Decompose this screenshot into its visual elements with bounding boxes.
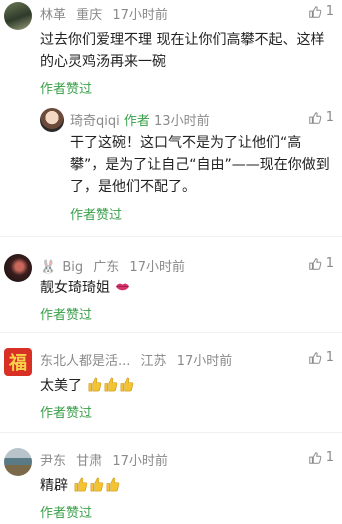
like-count: 1	[325, 110, 334, 125]
location: 江苏	[140, 354, 167, 369]
comment-text: 精辟	[40, 478, 68, 494]
like-button[interactable]: 1	[308, 256, 334, 271]
username[interactable]: Big	[62, 260, 83, 275]
avatar-fu-character: 福	[9, 353, 27, 374]
author-badge: 作者	[123, 114, 150, 129]
timestamp: 17小时前	[129, 260, 185, 275]
thumbs-up-emoji-icon	[105, 377, 118, 392]
thumbs-up-emoji-icon	[89, 377, 102, 392]
author-liked-label: 作者赞过	[40, 506, 93, 521]
thumbs-up-emoji-icon	[91, 477, 104, 492]
thumbs-up-icon	[308, 111, 322, 124]
user-avatar[interactable]: 福	[4, 348, 32, 376]
timestamp: 17小时前	[176, 354, 233, 369]
comment-meta: 🐰 Big 广东 17小时前	[40, 256, 191, 275]
like-button[interactable]: 1	[308, 4, 334, 19]
comment-meta: 林革 重庆 17小时前	[40, 4, 174, 23]
comment-text-row: 靓女琦琦姐	[40, 277, 332, 299]
thumbs-up-emoji-icon	[121, 377, 134, 392]
reply-meta: 琦奇qiqi 作者 13小时前	[70, 110, 210, 129]
comment-text: 靓女琦琦姐	[40, 280, 110, 296]
like-count: 1	[325, 4, 334, 19]
location: 重庆	[76, 8, 103, 23]
username[interactable]: 东北人都是活...	[40, 354, 130, 369]
thumbs-up-icon	[308, 351, 322, 364]
like-button[interactable]: 1	[308, 350, 334, 365]
timestamp: 17小时前	[112, 454, 168, 469]
reply-like-button[interactable]: 1	[308, 110, 334, 125]
location: 甘肃	[76, 454, 103, 469]
comment-text-row: 太美了	[40, 375, 332, 397]
author-liked-label: 作者赞过	[40, 308, 93, 323]
thumbs-up-icon	[308, 257, 322, 270]
user-avatar[interactable]	[4, 2, 32, 30]
like-count: 1	[325, 450, 334, 465]
reply-timestamp: 13小时前	[154, 114, 210, 129]
thumbs-up-icon	[308, 451, 322, 464]
comment-text: 太美了	[40, 378, 82, 394]
comment-text: 过去你们爱理不理 现在让你们高攀不起、这样的心灵鸡汤再来一碗	[40, 32, 325, 70]
thumbs-up-emoji-icon	[75, 477, 88, 492]
comment-meta: 尹东 甘肃 17小时前	[40, 450, 174, 469]
reply-author-liked-label: 作者赞过	[70, 208, 123, 223]
divider	[0, 332, 342, 333]
location: 广东	[93, 260, 120, 275]
like-button[interactable]: 1	[308, 450, 334, 465]
comment-meta: 东北人都是活... 江苏 17小时前	[40, 350, 238, 369]
reply-user-avatar[interactable]	[40, 108, 64, 132]
thumbs-up-emoji-icon	[107, 477, 120, 492]
author-liked-label: 作者赞过	[40, 406, 93, 421]
author-liked-label: 作者赞过	[40, 82, 93, 97]
divider	[0, 236, 342, 237]
timestamp: 17小时前	[112, 8, 168, 23]
divider	[0, 432, 342, 433]
rabbit-icon: 🐰	[40, 260, 57, 275]
comment-text-row: 精辟	[40, 475, 332, 497]
user-avatar[interactable]	[4, 448, 32, 476]
lips-icon	[116, 283, 130, 291]
reply-text: 干了这碗！这口气不是为了让他们“高攀”，是为了让自己“自由”——现在你做到了，是…	[70, 135, 330, 195]
reply-username[interactable]: 琦奇qiqi	[70, 114, 120, 129]
like-count: 1	[325, 350, 334, 365]
username[interactable]: 尹东	[40, 454, 66, 469]
user-avatar[interactable]	[4, 254, 32, 282]
like-count: 1	[325, 256, 334, 271]
thumbs-up-icon	[308, 5, 322, 18]
username[interactable]: 林革	[40, 8, 66, 23]
